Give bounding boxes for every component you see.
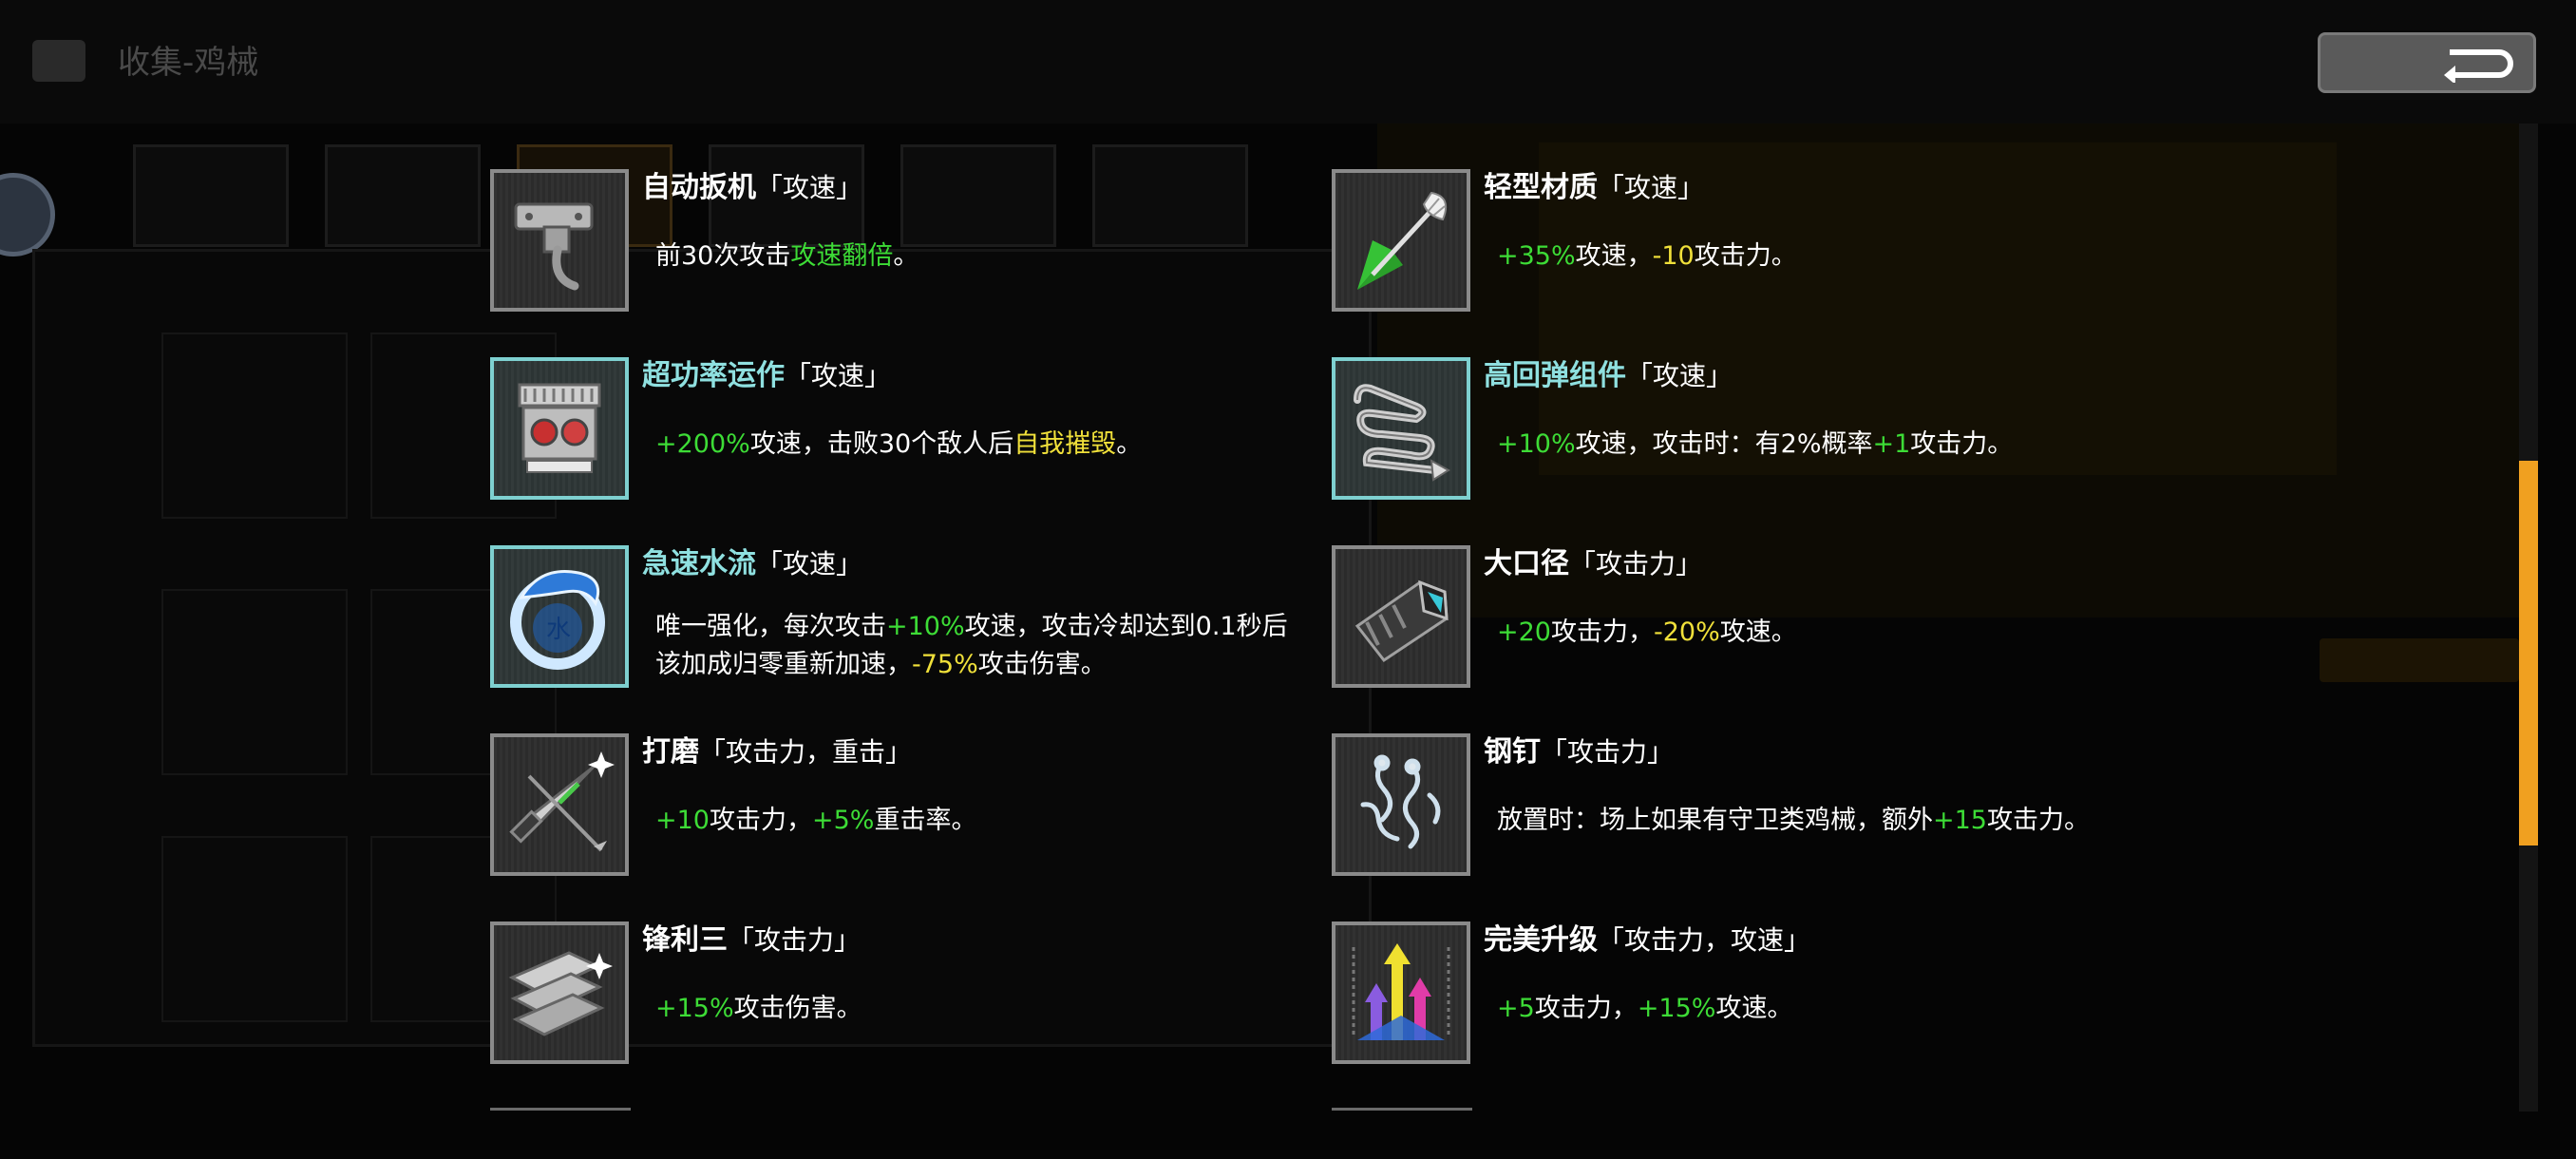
item-description: 放置时：场上如果有守卫类鸡械，额外+15攻击力。 — [1497, 806, 2090, 835]
svg-text:水: 水 — [546, 616, 571, 644]
knife-icon — [490, 733, 629, 876]
item-name: 锋利三「攻击力」 — [642, 923, 862, 957]
item-description: +5攻击力，+15%攻速。 — [1497, 994, 1793, 1023]
item-name: 轻型材质「攻速」 — [1484, 171, 1705, 204]
item-description: +200%攻速，击败30个敌人后自我摧毁。 — [655, 429, 1143, 459]
item-name: 超功率运作「攻速」 — [642, 359, 892, 392]
item-description: +10%攻速，攻击时：有2%概率+1攻击力。 — [1497, 429, 2014, 459]
list-item[interactable]: 大口径「攻击力」 +20攻击力，-20%攻速。 — [1332, 545, 2149, 707]
feather-arrow-icon — [1332, 169, 1470, 312]
return-button[interactable] — [2318, 32, 2536, 93]
scrollbar-thumb[interactable] — [2519, 461, 2538, 846]
item-name: 完美升级「攻击力，攻速」 — [1484, 923, 1811, 957]
nails-icon — [1332, 733, 1470, 876]
item-description: +10攻击力，+5%重击率。 — [655, 806, 977, 835]
item-name: 急速水流「攻速」 — [642, 547, 863, 580]
item-name: 钢钉「攻击力」 — [1484, 735, 1675, 769]
trigger-icon — [490, 169, 629, 312]
item-name: 打磨「攻击力，重击」 — [642, 735, 913, 769]
top-bar — [0, 0, 2576, 124]
list-item[interactable]: 轻型材质「攻速」 +35%攻速，-10攻击力。 — [1332, 169, 2149, 331]
list-item[interactable]: 钢钉「攻击力」 放置时：场上如果有守卫类鸡械，额外+15攻击力。 — [1332, 733, 2149, 895]
tab-1[interactable] — [133, 144, 289, 247]
item-description: 前30次攻击攻速翻倍。 — [655, 241, 919, 271]
list-item[interactable]: 锋利三「攻击力」 +15%攻击伤害。 — [490, 922, 1307, 1083]
item-name: 自动扳机「攻速」 — [642, 171, 863, 204]
item-name: 大口径「攻击力」 — [1484, 547, 1703, 580]
blades-icon — [490, 922, 629, 1064]
menu-icon[interactable] — [32, 40, 85, 82]
next-item-edge — [1332, 1108, 1472, 1111]
upgrade-arrows-icon — [1332, 922, 1470, 1064]
item-description: 唯一强化，每次攻击+10%攻速，攻击冷却达到0.1秒后该加成归零重新加速，-75… — [655, 612, 1288, 679]
list-item[interactable]: 水 急速水流「攻速」 唯一强化，每次攻击+10%攻速，攻击冷却达到0.1秒后该加… — [490, 545, 1307, 707]
list-item[interactable]: 完美升级「攻击力，攻速」 +5攻击力，+15%攻速。 — [1332, 922, 2149, 1083]
page-title: 收集-鸡械 — [118, 44, 259, 82]
engine-icon — [490, 357, 629, 500]
return-arrow-icon — [2444, 49, 2513, 83]
item-description: +35%攻速，-10攻击力。 — [1497, 241, 1797, 271]
spring-icon — [1332, 357, 1470, 500]
water-wave-icon: 水 — [490, 545, 629, 688]
item-name: 高回弹组件「攻速」 — [1484, 359, 1733, 392]
list-item[interactable]: 自动扳机「攻速」 前30次攻击攻速翻倍。 — [490, 169, 1307, 331]
list-item[interactable]: 超功率运作「攻速」 +200%攻速，击败30个敌人后自我摧毁。 — [490, 357, 1307, 519]
list-item[interactable]: 打磨「攻击力，重击」 +10攻击力，+5%重击率。 — [490, 733, 1307, 895]
item-description: +20攻击力，-20%攻速。 — [1497, 618, 1797, 647]
next-item-edge — [490, 1108, 631, 1111]
cannon-barrel-icon — [1332, 545, 1470, 688]
background-gold-button — [2320, 638, 2519, 682]
background-cell — [161, 836, 348, 1022]
avatar[interactable] — [0, 173, 55, 256]
item-description: +15%攻击伤害。 — [655, 994, 862, 1023]
tab-2[interactable] — [325, 144, 481, 247]
list-item[interactable]: 高回弹组件「攻速」 +10%攻速，攻击时：有2%概率+1攻击力。 — [1332, 357, 2149, 519]
background-cell — [161, 332, 348, 519]
background-cell — [161, 589, 348, 775]
